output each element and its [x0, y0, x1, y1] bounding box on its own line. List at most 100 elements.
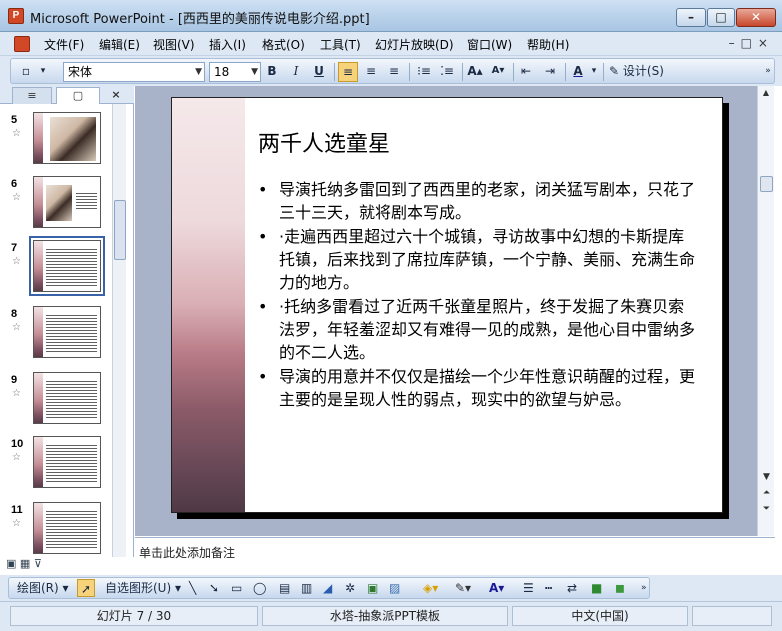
bullet-item[interactable]: 导演的用意并不仅仅是描绘一个少年性意识萌醒的过程，更主要的是呈现人性的弱点，现实… — [258, 365, 698, 411]
scroll-up-icon[interactable]: ▲ — [759, 88, 773, 102]
outline-tab[interactable]: ≡ — [12, 87, 52, 104]
scrollbar-thumb[interactable] — [760, 176, 773, 192]
transition-star-icon[interactable]: ☆ — [12, 322, 21, 333]
slide-thumbnail[interactable] — [33, 112, 101, 164]
slideshow-view-icon[interactable]: ⊽ — [34, 557, 42, 570]
line-color-icon[interactable]: ✎▾ — [455, 579, 471, 597]
fill-color-icon[interactable]: ◈▾ — [423, 579, 438, 597]
vertical-textbox-icon[interactable]: ▥ — [301, 579, 312, 597]
close-button[interactable]: ✕ — [736, 8, 776, 27]
transition-star-icon[interactable]: ☆ — [12, 256, 21, 267]
minimize-button[interactable]: – — [676, 8, 706, 27]
increase-font-button[interactable]: A▴ — [466, 62, 484, 82]
decrease-font-button[interactable]: A▾ — [489, 62, 507, 82]
transition-star-icon[interactable]: ☆ — [12, 452, 21, 463]
previous-slide-icon[interactable]: ⏶ — [759, 488, 774, 502]
autoshapes-button[interactable]: 自选图形(U) ▾ — [105, 579, 181, 597]
font-select[interactable]: 宋体 ▼ — [63, 62, 205, 82]
slide-thumbnail[interactable] — [33, 306, 101, 358]
slide-thumbnail[interactable] — [29, 236, 105, 296]
numbering-button[interactable]: ⁝≡ — [415, 62, 433, 82]
rectangle-tool-icon[interactable]: ▭ — [231, 579, 242, 597]
arrow-style-icon[interactable]: ⇄ — [567, 579, 577, 597]
menu-slideshow[interactable]: 幻灯片放映(D) — [375, 36, 454, 53]
thumbnail-row[interactable]: 9 ☆ — [0, 372, 126, 432]
menu-format[interactable]: 格式(O) — [262, 36, 305, 53]
menu-window[interactable]: 窗口(W) — [467, 36, 512, 53]
slide-sorter-view-icon[interactable]: ▦ — [20, 557, 30, 570]
font-size-select[interactable]: 18 ▼ — [209, 62, 261, 82]
scroll-down-icon[interactable]: ▼ — [759, 472, 774, 486]
underline-button[interactable]: U — [310, 62, 328, 82]
arrow-tool-icon[interactable]: ➘ — [209, 579, 219, 597]
thumbnail-scrollbar[interactable] — [112, 104, 126, 557]
picture-icon[interactable]: ▨ — [389, 579, 400, 597]
slides-tab[interactable]: ▢ — [56, 87, 100, 104]
slide-canvas[interactable]: 两千人选童星 导演托纳多雷回到了西西里的老家，闭关猛写剧本，只花了三十三天，就将… — [171, 97, 723, 513]
new-dropdown-arrow-icon[interactable]: ▾ — [37, 62, 49, 82]
3d-style-icon[interactable]: ◼ — [615, 579, 625, 597]
toolbar-options-icon[interactable]: » — [763, 62, 773, 82]
menu-file[interactable]: 文件(F) — [44, 36, 84, 53]
design-button[interactable]: ✎ 设计(S) — [609, 62, 673, 82]
italic-button[interactable]: I — [287, 62, 305, 82]
font-color-draw-icon[interactable]: A▾ — [489, 579, 504, 597]
decrease-indent-button[interactable]: ⇤ — [517, 62, 535, 82]
slide-title[interactable]: 两千人选童星 — [258, 126, 390, 158]
thumbnail-row[interactable]: 5 ☆ — [0, 112, 126, 172]
bullet-item[interactable]: ·托纳多雷看过了近两千张童星照片，终于发掘了朱赛贝索法罗，年轻羞涩却又有难得一见… — [258, 295, 698, 364]
slide-thumbnail[interactable] — [33, 502, 101, 554]
next-slide-icon[interactable]: ⏷ — [759, 504, 774, 518]
document-window-controls[interactable]: –□× — [729, 36, 774, 50]
slide-scrollbar[interactable]: ▲ ▼ ⏶ ⏷ — [757, 86, 774, 536]
shadow-style-icon[interactable]: ■ — [591, 579, 602, 597]
notes-pane[interactable]: 单击此处添加备注 — [135, 537, 775, 573]
close-panel-icon[interactable]: × — [108, 87, 124, 104]
slide-thumbnail[interactable] — [33, 372, 101, 424]
transition-star-icon[interactable]: ☆ — [12, 388, 21, 399]
drawing-toolbar-options-icon[interactable]: » — [641, 579, 647, 597]
thumbnail-row[interactable]: 6 ☆ — [0, 176, 126, 236]
transition-star-icon[interactable]: ☆ — [12, 518, 21, 529]
diagram-icon[interactable]: ✲ — [345, 579, 355, 597]
document-icon[interactable] — [14, 36, 30, 52]
scrollbar-thumb[interactable] — [114, 200, 126, 260]
notes-placeholder[interactable]: 单击此处添加备注 — [139, 544, 235, 561]
thumbnail-row[interactable]: 11 ☆ — [0, 502, 126, 557]
transition-star-icon[interactable]: ☆ — [12, 192, 21, 203]
textbox-tool-icon[interactable]: ▤ — [279, 579, 290, 597]
slide-thumbnail[interactable] — [33, 176, 101, 228]
align-center-button[interactable]: ≡ — [362, 62, 380, 82]
thumbnail-row[interactable]: 7 ☆ — [0, 236, 126, 300]
menu-view[interactable]: 视图(V) — [153, 36, 195, 53]
slide-thumbnail[interactable] — [33, 436, 101, 488]
increase-indent-button[interactable]: ⇥ — [541, 62, 559, 82]
thumbnail-row[interactable]: 8 ☆ — [0, 306, 126, 366]
select-objects-button[interactable]: ➚ — [77, 579, 95, 597]
bold-button[interactable]: B — [263, 62, 281, 82]
normal-view-icon[interactable]: ▣ — [6, 557, 16, 570]
powerpoint-app-icon[interactable]: P — [8, 8, 24, 24]
thumbnail-row[interactable]: 10 ☆ — [0, 436, 126, 496]
bullets-button[interactable]: ⁚≡ — [438, 62, 456, 82]
bullet-item[interactable]: ·走遍西西里超过六十个城镇，寻访故事中幻想的卡斯提库托镇，后来找到了席拉库萨镇，… — [258, 225, 698, 294]
line-style-icon[interactable]: ☰ — [523, 579, 534, 597]
dash-style-icon[interactable]: ┅ — [545, 579, 552, 597]
bullet-item[interactable]: 导演托纳多雷回到了西西里的老家，闭关猛写剧本，只花了三十三天，就将剧本写成。 — [258, 178, 698, 224]
menu-help[interactable]: 帮助(H) — [527, 36, 569, 53]
slide-body-text[interactable]: 导演托纳多雷回到了西西里的老家，闭关猛写剧本，只花了三十三天，就将剧本写成。 ·… — [258, 178, 698, 412]
menu-edit[interactable]: 编辑(E) — [99, 36, 140, 53]
draw-menu-button[interactable]: 绘图(R) ▾ — [17, 579, 69, 597]
font-color-dropdown[interactable]: ▾ — [589, 62, 599, 82]
align-right-button[interactable]: ≡ — [385, 62, 403, 82]
line-tool-icon[interactable]: ╲ — [189, 579, 196, 597]
clipart-icon[interactable]: ▣ — [367, 579, 378, 597]
new-document-icon[interactable]: ▫ — [17, 62, 35, 82]
wordart-icon[interactable]: ◢ — [323, 579, 332, 597]
font-color-button[interactable]: A — [569, 62, 587, 82]
menu-tools[interactable]: 工具(T) — [320, 36, 361, 53]
oval-tool-icon[interactable]: ◯ — [253, 579, 266, 597]
transition-star-icon[interactable]: ☆ — [12, 128, 21, 139]
maximize-button[interactable]: □ — [707, 8, 735, 27]
menu-insert[interactable]: 插入(I) — [209, 36, 246, 53]
